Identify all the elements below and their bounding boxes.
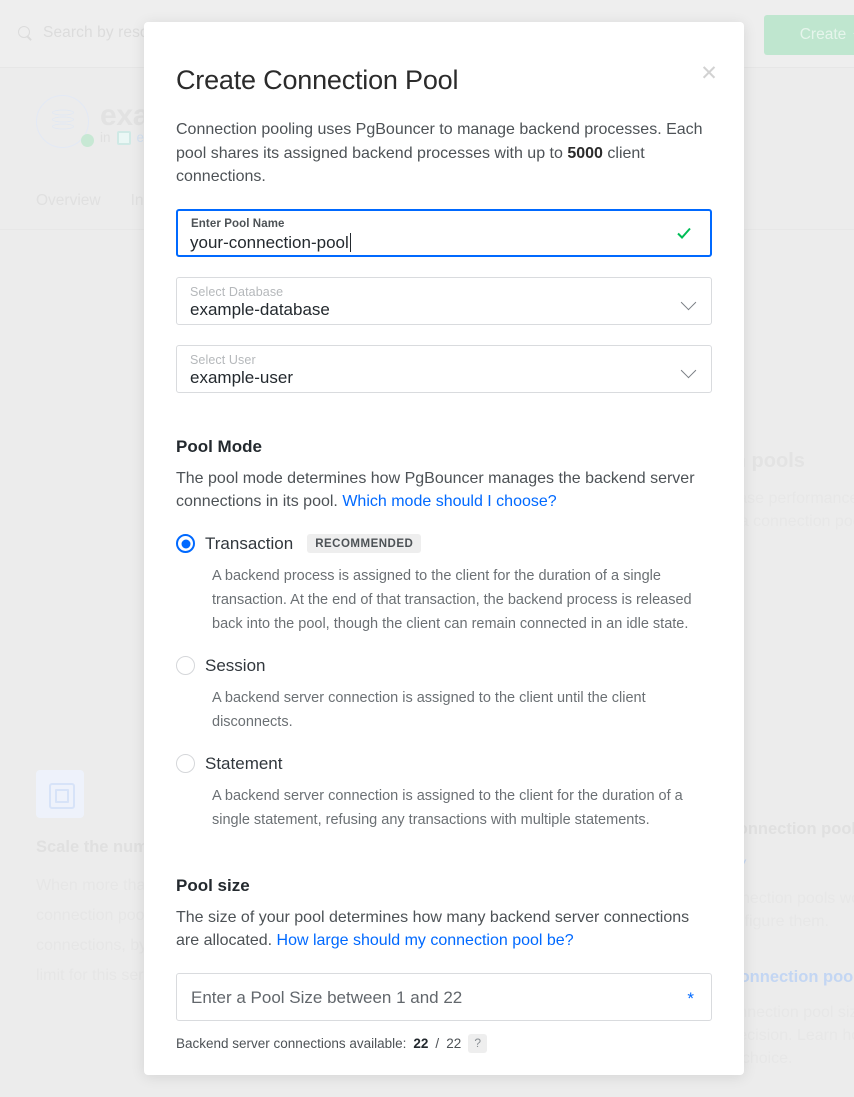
pool-size-description: The size of your pool determines how man… [176, 906, 712, 953]
pool-mode-option-session[interactable]: Session A backend server connection is a… [176, 656, 712, 734]
modal-title: Create Connection Pool [176, 65, 459, 95]
create-button-label: Create [799, 26, 847, 43]
pool-mode-heading: Pool Mode [176, 436, 262, 456]
user-select-label: Select User [190, 352, 256, 367]
radio-statement[interactable] [176, 754, 195, 773]
tab-overview[interactable]: Overview [36, 192, 101, 210]
which-mode-link[interactable]: Which mode should I choose? [342, 493, 556, 510]
cpu-chip-icon [36, 770, 84, 818]
project-icon [116, 130, 131, 145]
radio-transaction[interactable] [176, 534, 195, 553]
available-value: 22 [413, 1035, 429, 1051]
radio-transaction-label: Transaction [205, 533, 294, 553]
status-dot-icon [81, 134, 94, 147]
available-label: Backend server connections available: [176, 1035, 407, 1051]
radio-session-label: Session [205, 655, 266, 675]
database-select-value: example-database [190, 299, 330, 319]
available-separator: / [435, 1035, 440, 1051]
breadcrumb-in-label: in [100, 130, 111, 145]
how-large-link[interactable]: How large should my connection pool be? [277, 932, 574, 949]
radio-transaction-description: A backend process is assigned to the cli… [212, 567, 692, 632]
close-icon[interactable]: ✕ [698, 63, 720, 85]
text-caret [349, 232, 351, 252]
database-select[interactable]: Select Database example-database [176, 276, 712, 325]
pool-mode-description: The pool mode determines how PgBouncer m… [176, 467, 712, 514]
user-select-value: example-user [190, 367, 293, 387]
checkmark-icon [677, 227, 691, 239]
help-icon[interactable]: ? [468, 1033, 488, 1053]
backend-connections-available: Backend server connections available: 22… [176, 1033, 712, 1053]
pool-name-field[interactable]: Enter Pool Name your-connection-pool [176, 208, 712, 257]
radio-statement-description: A backend server connection is assigned … [212, 787, 683, 828]
pool-mode-option-transaction[interactable]: Transaction RECOMMENDED A backend proces… [176, 534, 712, 636]
app-root: Search by resource name or IP Create exa… [0, 0, 854, 1097]
chevron-down-icon[interactable] [680, 362, 697, 378]
create-button[interactable]: Create [764, 15, 854, 55]
database-icon [36, 95, 94, 148]
pool-name-input[interactable]: your-connection-pool [190, 232, 351, 253]
modal-description: Connection pooling uses PgBouncer to man… [176, 118, 712, 189]
pool-size-input[interactable]: Enter a Pool Size between 1 and 22 [191, 988, 462, 1008]
recommended-badge: RECOMMENDED [307, 534, 422, 553]
radio-session-description: A backend server connection is assigned … [212, 689, 646, 730]
pool-name-label: Enter Pool Name [191, 217, 285, 230]
available-total: 22 [446, 1035, 462, 1051]
pool-size-heading: Pool size [176, 875, 250, 895]
pool-mode-option-statement[interactable]: Statement A backend server connection is… [176, 754, 712, 832]
database-select-label: Select Database [190, 284, 284, 299]
radio-statement-label: Statement [205, 753, 283, 773]
modal-description-bold: 5000 [567, 144, 603, 162]
search-icon [18, 25, 33, 41]
create-connection-pool-modal: ✕ Create Connection Pool Connection pool… [144, 22, 744, 1075]
chevron-down-icon[interactable] [680, 294, 697, 310]
user-select[interactable]: Select User example-user [176, 344, 712, 393]
pool-size-field[interactable]: Enter a Pool Size between 1 and 22 * [176, 972, 712, 1021]
radio-session[interactable] [176, 656, 195, 675]
required-marker: * [687, 988, 694, 1008]
